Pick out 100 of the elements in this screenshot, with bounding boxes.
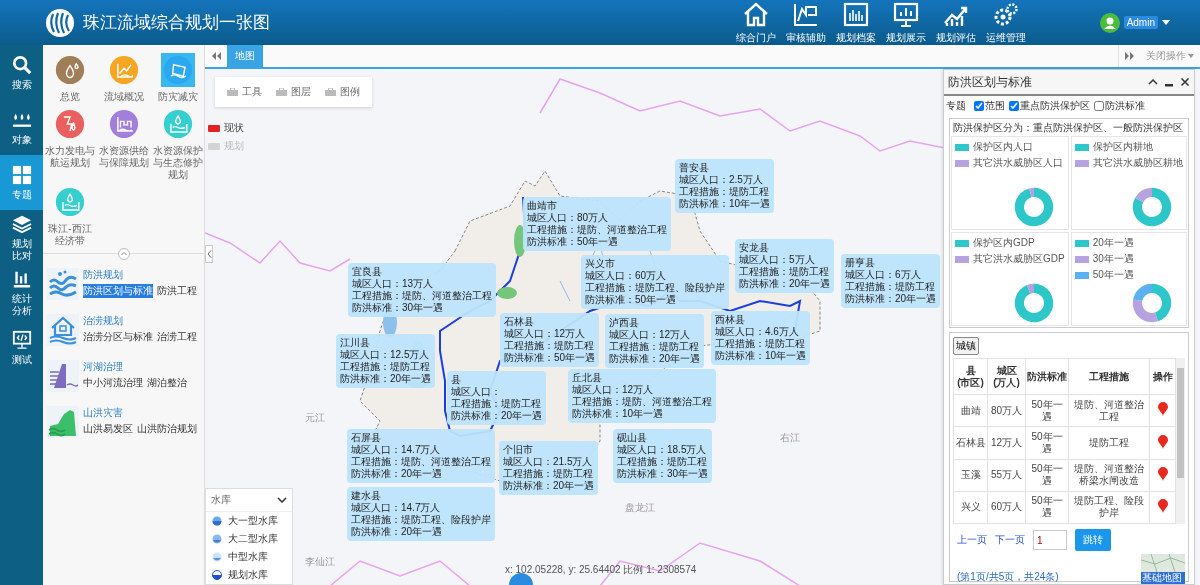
measures-text: 工程措施：堤防、河道整治工程 (572, 396, 712, 408)
map-pin-icon[interactable] (1157, 434, 1168, 449)
standard-text: 防洪标准：30年一遇 (617, 468, 709, 480)
filter-checkbox[interactable] (1094, 101, 1104, 111)
nav-button[interactable]: 规划展示 (881, 0, 930, 45)
nav-item[interactable]: 统计分析 (0, 265, 43, 320)
population-text: 城区人口：14.7万人 (351, 502, 442, 514)
checkbox-label: 重点防洪保护区 (1020, 99, 1090, 113)
mountain-icon (47, 406, 79, 438)
flood-icon (47, 268, 79, 300)
standard-text: 防洪标准：20年一遇 (609, 353, 701, 365)
legend-label: 30年一遇 (1092, 252, 1134, 266)
column-header: 操作 (1149, 358, 1176, 395)
population-text: 城区人口：13万人 (352, 278, 435, 290)
table-cell: 堤防工程 (1068, 426, 1150, 460)
legend-label: 保护区内耕地 (1092, 140, 1153, 154)
scrollbar[interactable] (1176, 358, 1185, 524)
nav-button[interactable]: 规划档案 (831, 0, 880, 45)
legend-title: 水库 (211, 493, 231, 507)
caret-icon (1188, 54, 1194, 58)
map-pin-icon[interactable] (1157, 466, 1168, 481)
town-name: 曲靖市 (527, 200, 558, 212)
module-tile[interactable]: 流域概况 (99, 53, 149, 103)
place-label: 李仙江 (305, 555, 335, 569)
column-header: 防洪标准 (1025, 358, 1069, 395)
user-name[interactable]: Admin (1123, 16, 1158, 29)
table-cell: 50年一遇 (1025, 394, 1069, 427)
town-name: 安龙县 (739, 242, 770, 254)
map-pin-icon[interactable] (1157, 498, 1168, 513)
standard-text: 防洪标准：10年一遇 (572, 408, 665, 420)
double-chevron-right-icon (1125, 52, 1134, 60)
toolbar-button[interactable]: 工具 (227, 85, 262, 99)
next-page-link[interactable]: 下一页 (995, 533, 1025, 547)
chevron-down-icon[interactable] (277, 497, 287, 503)
collapse-handle[interactable] (205, 245, 213, 263)
toolbox-icon (227, 88, 238, 96)
module-tile[interactable]: 水力发电与航运规划 (45, 107, 95, 181)
topics-icon (11, 164, 32, 185)
module-tile[interactable]: 水资源保护与生态修护规划 (153, 107, 203, 181)
town-name: 石林县 (504, 316, 535, 328)
compare-icon (11, 213, 32, 234)
module-tile[interactable]: 防灾减灾 (153, 53, 203, 103)
town-name: 普安县 (679, 162, 710, 174)
nav-item[interactable]: 测试 (0, 320, 43, 375)
population-text: 城区人口：80万人 (527, 212, 610, 224)
module-tile[interactable]: 珠江-西江经济带 (45, 185, 95, 247)
avatar-icon[interactable] (1099, 12, 1120, 33)
population-text: 城区人口：6万人 (845, 269, 922, 281)
nav-item[interactable]: 搜索 (0, 45, 43, 100)
module-tile[interactable]: 总览 (45, 53, 95, 103)
page-input[interactable]: 1 (1033, 530, 1067, 550)
measures-text: 工程措施：堤防工程 (609, 341, 700, 353)
toolbar-button[interactable]: 图例 (325, 85, 360, 99)
close-button[interactable] (1180, 77, 1190, 87)
filter-checkbox[interactable] (1009, 101, 1019, 111)
population-text: 城区人口：21.5万人 (503, 456, 594, 468)
town-name: 建水县 (351, 490, 382, 502)
topic-link[interactable]: 防洪工程 (157, 284, 197, 298)
town-name: 泸西县 (609, 317, 640, 329)
standard-text: 防洪标准：20年一遇 (451, 410, 543, 422)
topic-title[interactable]: 河湖治理 (83, 360, 187, 374)
standard-text: 防洪标准：50年一遇 (527, 236, 620, 248)
measures-text: 工程措施：堤防、河道整治工程 (352, 290, 492, 302)
collapse-button[interactable] (1148, 77, 1158, 87)
caret-icon[interactable] (1162, 20, 1170, 25)
nav-button[interactable]: 规划评估 (931, 0, 980, 45)
filter-checkbox[interactable] (974, 101, 984, 111)
place-label: 元江 (305, 411, 325, 425)
topic-link[interactable]: 山洪防治规划 (137, 422, 197, 436)
topic-title[interactable]: 山洪灾害 (83, 406, 197, 420)
measures-text: 工程措施：堤防工程 (739, 266, 830, 278)
nav-item[interactable]: 规划比对 (0, 210, 43, 265)
topic-title[interactable]: 治涝规划 (83, 314, 197, 328)
topic-link[interactable]: 山洪易发区 (83, 422, 133, 436)
table-cell: 堤防、河道整治桥梁水闸改造 (1068, 459, 1150, 492)
map-pin-icon[interactable] (1157, 402, 1168, 417)
module-tile[interactable]: 水资源供给与保障规划 (99, 107, 149, 181)
topic-link[interactable]: 治涝工程 (157, 330, 197, 344)
nav-button[interactable]: 审核辅助 (781, 0, 830, 45)
topic-link[interactable]: 湖泊整治 (147, 376, 187, 390)
nav-button[interactable]: 综合门户 (731, 0, 780, 45)
table-cell: 曲靖 (953, 394, 988, 427)
measures-text: 工程措施：堤防、河道整治工程 (351, 456, 491, 468)
dam-icon (47, 360, 79, 392)
nav-button[interactable]: 运维管理 (981, 0, 1030, 45)
table-cell: 50年一遇 (1025, 459, 1069, 492)
legend-label: 大一型水库 (228, 514, 278, 528)
topic-link[interactable]: 中小河流治理 (83, 376, 143, 390)
town-name: 石屏县 (351, 432, 382, 444)
topic-title[interactable]: 防洪规划 (83, 268, 197, 282)
town-name: 册亨县 (845, 257, 876, 269)
topic-link[interactable]: 防洪区划与标准 (83, 284, 153, 298)
topic-link[interactable]: 治涝分区与标准 (83, 330, 153, 344)
nav-item[interactable]: 对象 (0, 100, 43, 155)
donut-chart (1013, 187, 1054, 227)
tab-button[interactable]: 城镇 (953, 337, 979, 355)
toolbar-button[interactable]: 图层 (276, 85, 311, 99)
basemap-thumbnail[interactable]: 基础地图 (1141, 554, 1185, 584)
prev-page-link[interactable]: 上一页 (957, 533, 987, 547)
display-icon (891, 0, 920, 29)
